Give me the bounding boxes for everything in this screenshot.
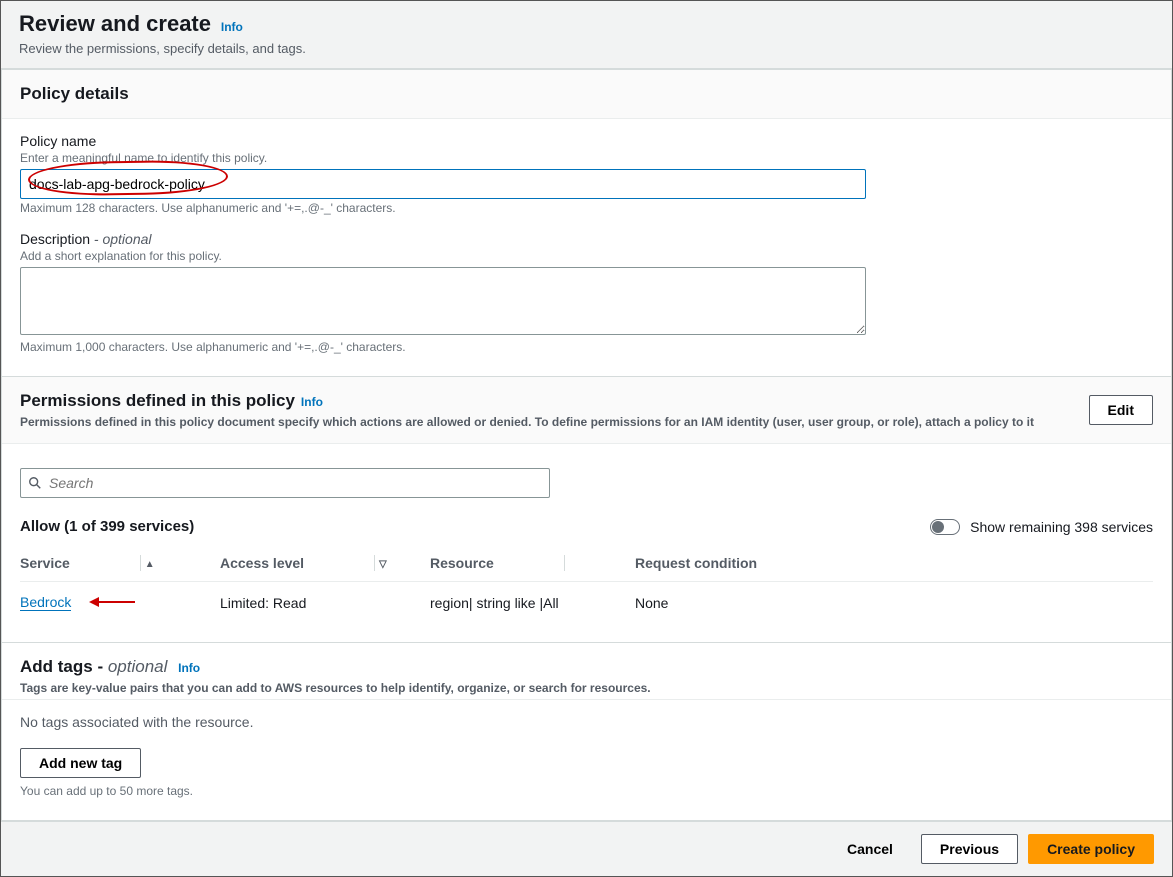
page-subtitle: Review the permissions, specify details,… <box>19 41 1154 56</box>
service-link-bedrock[interactable]: Bedrock <box>20 594 71 611</box>
tags-limit: You can add up to 50 more tags. <box>20 784 1153 798</box>
policy-details-panel: Policy details Policy name Enter a meani… <box>1 69 1172 377</box>
permissions-title: Permissions defined in this policy <box>20 391 295 411</box>
sort-none-icon: ▽ <box>379 559 387 570</box>
description-label: Description - optional <box>20 231 1153 247</box>
add-new-tag-button[interactable]: Add new tag <box>20 748 141 778</box>
search-icon <box>28 476 42 490</box>
policy-details-header: Policy details <box>2 70 1171 119</box>
policy-name-input[interactable] <box>20 169 866 199</box>
sort-asc-icon: ▲ <box>145 559 155 570</box>
col-condition[interactable]: Request condition <box>635 545 1153 582</box>
cell-resource: region| string like |All <box>430 582 635 624</box>
show-remaining-toggle[interactable] <box>930 519 960 535</box>
description-constraint: Maximum 1,000 characters. Use alphanumer… <box>20 340 1153 354</box>
previous-button[interactable]: Previous <box>921 834 1018 864</box>
policy-name-hint: Enter a meaningful name to identify this… <box>20 151 1153 165</box>
tags-desc: Tags are key-value pairs that you can ad… <box>20 681 651 695</box>
create-policy-button[interactable]: Create policy <box>1028 834 1154 864</box>
annotation-arrow <box>89 595 135 612</box>
col-access[interactable]: Access level ▽ <box>220 545 430 582</box>
edit-button[interactable]: Edit <box>1089 395 1153 425</box>
services-table: Service ▲ Access level ▽ Resource Reques… <box>20 545 1153 624</box>
col-resource[interactable]: Resource <box>430 545 635 582</box>
tags-title: Add tags - <box>20 657 108 676</box>
footer-bar: Cancel Previous Create policy <box>1 821 1172 876</box>
tags-info-link[interactable]: Info <box>178 661 200 675</box>
info-link[interactable]: Info <box>221 20 243 34</box>
permissions-info-link[interactable]: Info <box>301 395 323 409</box>
policy-name-label: Policy name <box>20 133 1153 149</box>
page-title: Review and create <box>19 11 211 37</box>
allow-summary: Allow (1 of 399 services) <box>20 518 194 535</box>
policy-details-title: Policy details <box>20 84 129 104</box>
page-header: Review and create Info Review the permis… <box>1 1 1172 69</box>
permissions-header: Permissions defined in this policy Info … <box>2 377 1171 444</box>
table-row: Bedrock Limited: Read region| string lik… <box>20 582 1153 624</box>
policy-name-constraint: Maximum 128 characters. Use alphanumeric… <box>20 201 1153 215</box>
show-remaining-label: Show remaining 398 services <box>970 519 1153 535</box>
search-input[interactable] <box>20 468 550 498</box>
description-input[interactable] <box>20 267 866 335</box>
permissions-panel: Permissions defined in this policy Info … <box>1 377 1172 643</box>
col-service[interactable]: Service ▲ <box>20 545 220 582</box>
tags-panel: Add tags - optional Info Tags are key-va… <box>1 643 1172 821</box>
tags-optional: optional <box>108 657 168 676</box>
cancel-button[interactable]: Cancel <box>829 834 911 864</box>
tags-empty-text: No tags associated with the resource. <box>20 714 1153 730</box>
permissions-desc: Permissions defined in this policy docum… <box>20 415 1034 429</box>
description-hint: Add a short explanation for this policy. <box>20 249 1153 263</box>
cell-access: Limited: Read <box>220 582 430 624</box>
cell-condition: None <box>635 582 1153 624</box>
